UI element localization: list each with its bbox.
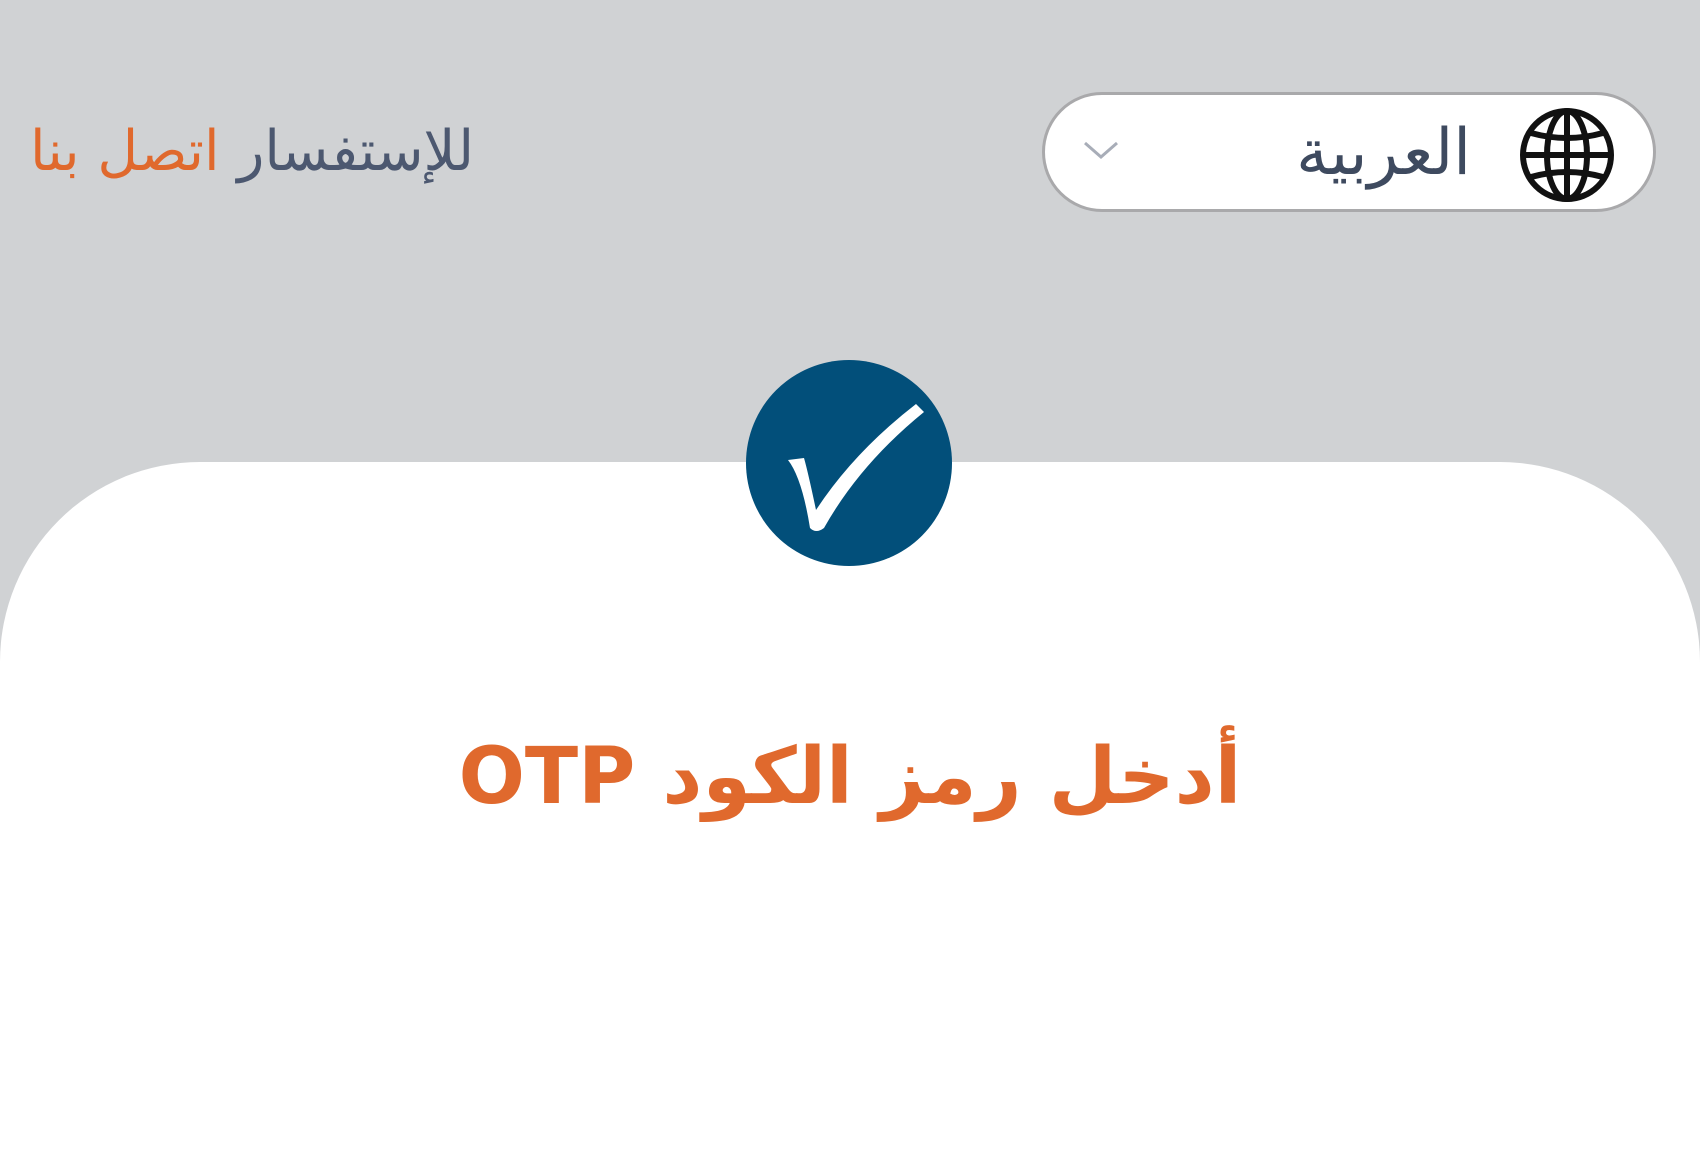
checkmark-icon: [788, 404, 924, 531]
otp-title: أدخل رمز الكود OTP: [458, 732, 1242, 822]
language-selected-label: العربية: [1296, 116, 1471, 190]
chevron-down-icon: [1084, 141, 1118, 159]
contact-line: للإستفسار اتصل بنا: [30, 112, 474, 192]
globe-icon: [1520, 108, 1614, 202]
contact-us-link[interactable]: اتصل بنا: [30, 119, 219, 184]
verification-badge: [746, 360, 952, 566]
inquiry-text: للإستفسار: [237, 119, 474, 184]
language-select[interactable]: العربية: [1042, 92, 1656, 212]
